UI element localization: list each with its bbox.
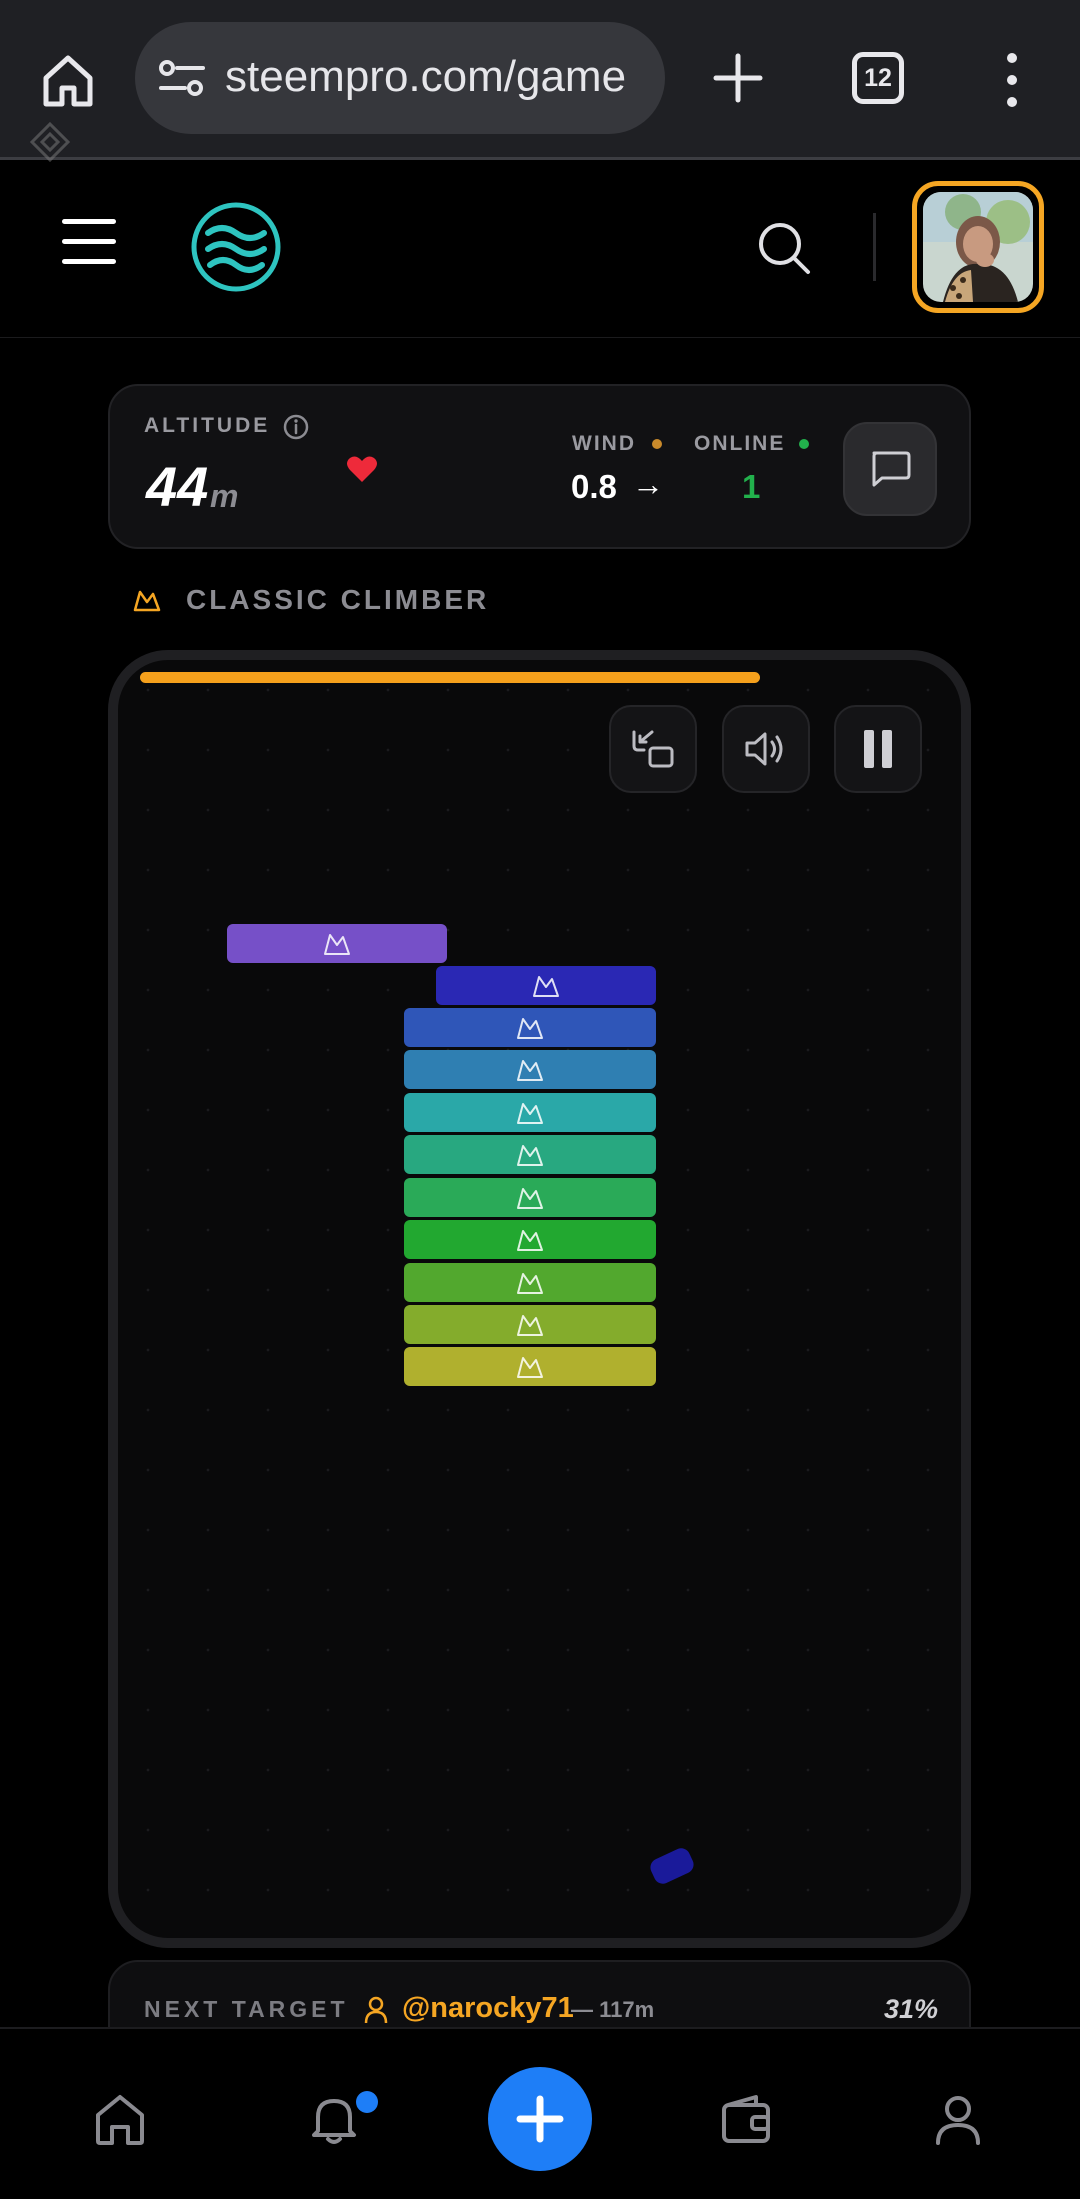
user-icon (364, 1996, 388, 2024)
block-mountain-icon (517, 1144, 543, 1166)
steempro-logo[interactable] (190, 201, 282, 293)
binance-ghost-icon (29, 121, 71, 163)
address-bar[interactable]: steempro.com/game (135, 22, 665, 134)
notification-badge (356, 2091, 378, 2113)
chat-icon (872, 451, 911, 487)
menu-icon[interactable] (62, 219, 116, 265)
avatar[interactable] (912, 181, 1044, 313)
nav-profile-icon[interactable] (930, 2091, 986, 2147)
next-target-percent: 31% (884, 1994, 939, 2024)
stacked-block (404, 1263, 656, 1302)
mountain-icon (133, 590, 161, 612)
block-mountain-icon (517, 1102, 543, 1124)
tab-switcher-button[interactable]: 12 (852, 52, 904, 104)
search-icon[interactable] (756, 220, 812, 276)
next-target-user[interactable]: @narocky71 (402, 1992, 574, 2025)
block-mountain-icon (517, 1314, 543, 1336)
app-header (0, 163, 1080, 338)
block-mountain-icon (517, 1356, 543, 1378)
nav-home-icon[interactable] (92, 2091, 148, 2147)
block-mountain-icon (517, 1017, 543, 1039)
block-mountain-icon (517, 1059, 543, 1081)
block-mountain-icon (324, 933, 350, 955)
header-divider (873, 213, 876, 281)
next-target-distance: — 117m (571, 1997, 655, 2022)
stacked-block (404, 1008, 656, 1047)
stacked-block (404, 1093, 656, 1132)
site-settings-icon[interactable] (157, 58, 207, 98)
plus-icon (516, 2095, 564, 2143)
block-mountain-icon (517, 1187, 543, 1209)
game-mode-label: CLASSIC CLIMBER (186, 584, 490, 615)
block-stack (118, 660, 961, 1938)
altitude-unit: m (210, 478, 239, 514)
online-label: ONLINE (694, 432, 786, 455)
online-count: 1 (742, 468, 761, 505)
heart-icon (347, 456, 377, 482)
stacked-block (404, 1135, 656, 1174)
bottom-navigation (0, 2027, 1080, 2199)
avatar-image (923, 192, 1033, 302)
info-icon[interactable] (282, 413, 310, 441)
home-icon[interactable] (38, 50, 98, 110)
stacked-block (404, 1220, 656, 1259)
altitude-label: ALTITUDE (144, 414, 271, 437)
stacked-block (404, 1305, 656, 1344)
stacked-block (404, 1178, 656, 1217)
next-target-label: NEXT TARGET (144, 1996, 349, 2022)
stacked-block (436, 966, 656, 1005)
game-canvas[interactable] (108, 650, 971, 1948)
stacked-block (404, 1347, 656, 1386)
stacked-block (404, 1050, 656, 1089)
block-mountain-icon (517, 1229, 543, 1251)
stacked-block (227, 924, 447, 963)
wind-value: 0.8 (571, 468, 617, 505)
wind-label: WIND (572, 432, 636, 455)
stats-card: ALTITUDE 44 m WIND 0.8 → ONLINE 1 (108, 384, 971, 549)
nav-notifications-icon[interactable] (306, 2091, 362, 2147)
new-tab-icon[interactable] (710, 50, 766, 106)
altitude-value: 44 (146, 455, 209, 518)
block-mountain-icon (533, 975, 559, 997)
block-mountain-icon (517, 1272, 543, 1294)
online-status-dot (799, 439, 809, 449)
create-post-button[interactable] (488, 2067, 592, 2171)
browser-toolbar: steempro.com/game 12 (0, 0, 1080, 160)
nav-wallet-icon[interactable] (718, 2091, 774, 2147)
wind-status-dot (652, 439, 662, 449)
chat-button[interactable] (843, 422, 937, 516)
wind-direction-arrow: → (632, 466, 664, 502)
url-text[interactable]: steempro.com/game (225, 52, 655, 102)
more-menu-icon[interactable] (995, 50, 1029, 110)
